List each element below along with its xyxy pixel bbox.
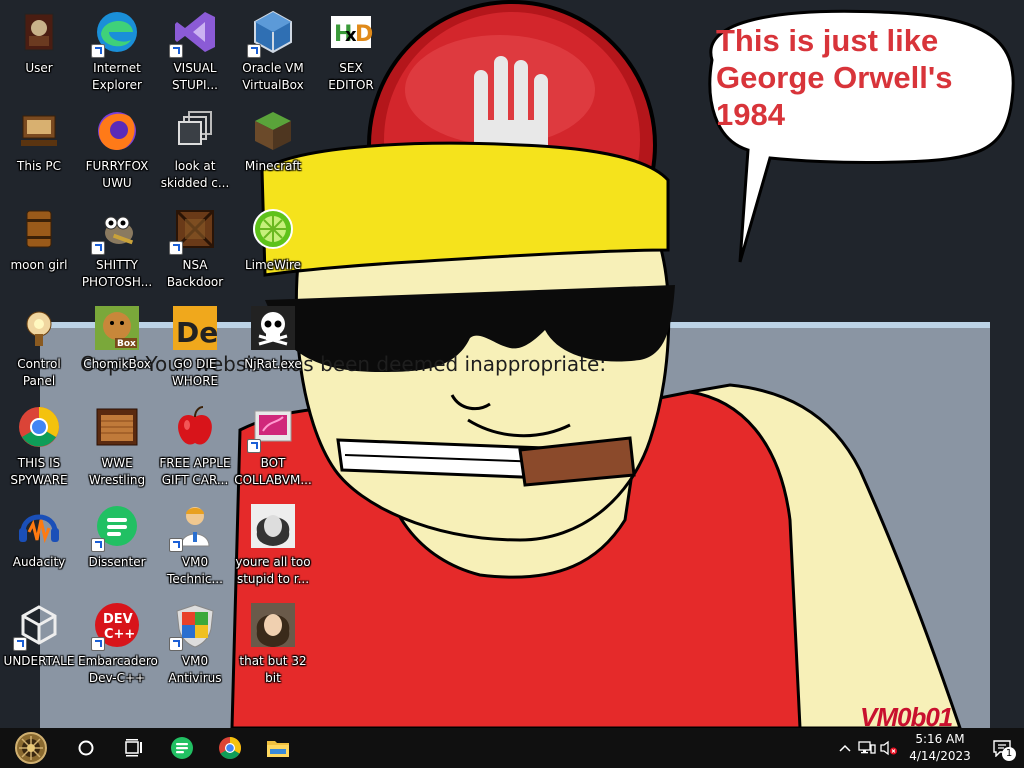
network-icon — [858, 741, 876, 754]
task-view-button[interactable] — [110, 728, 158, 768]
volume-status[interactable] — [878, 728, 900, 768]
action-center-button[interactable]: 1 — [980, 728, 1024, 768]
desktop-icon-moon-girl[interactable]: moon girl — [0, 203, 78, 295]
desktop-icon-go-die[interactable]: De GO DIE WHORE — [156, 302, 234, 394]
desktop-icon-nsa-backdoor[interactable]: NSA Backdoor — [156, 203, 234, 295]
cortana-circle-icon — [78, 740, 94, 756]
desktop-icon-this-pc[interactable]: This PC — [0, 104, 78, 196]
desktop-icon-stupid[interactable]: youre all too stupid to r... — [234, 500, 312, 592]
devcpp-icon: DEV C++ — [91, 601, 141, 651]
skull-icon — [249, 304, 297, 352]
desktop-icon-devcpp[interactable]: DEV C++ Embarcadero Dev-C++ — [78, 599, 158, 691]
desktop-icon-internet-explorer[interactable]: Internet Explorer — [78, 6, 156, 98]
audacity-icon — [15, 502, 63, 550]
desktop-icon-spyware[interactable]: THIS IS SPYWARE — [0, 401, 78, 493]
hamster-box-icon: Box — [93, 304, 141, 352]
windows-stack-icon — [171, 106, 219, 154]
wrestling-ring-icon — [93, 403, 141, 451]
computer-icon — [15, 106, 63, 154]
show-hidden-icons-button[interactable] — [834, 728, 856, 768]
folder-icon — [267, 741, 289, 757]
volume-muted-icon — [880, 740, 897, 756]
svg-text:D: D — [355, 22, 373, 47]
desktop-icon-grid: User Internet Explorer VISUAL STUPI... O… — [0, 0, 1024, 728]
technician-person-icon — [169, 502, 219, 552]
svg-text:De: De — [176, 316, 218, 349]
gimp-icon — [91, 205, 141, 255]
minecraft-grass-block-icon — [249, 106, 297, 154]
dissenter-icon — [171, 737, 193, 759]
desktop-icon-virtualbox[interactable]: Oracle VM VirtualBox — [234, 6, 312, 98]
desktop-icon-minecraft[interactable]: Minecraft — [234, 104, 312, 196]
notification-count-badge: 1 — [1002, 747, 1016, 761]
svg-text:DEV: DEV — [103, 612, 133, 627]
user-folder-icon — [15, 8, 63, 56]
desktop-icon-undertale[interactable]: UNDERTALE — [0, 599, 78, 691]
desktop-icon-vm0-technician[interactable]: VM0 Technic... — [156, 500, 234, 592]
clock-time: 5:16 AM — [915, 732, 965, 746]
taskbar: 5:16 AM 4/14/2023 1 — [0, 728, 1024, 768]
lamp-icon — [15, 304, 63, 352]
start-button[interactable] — [0, 728, 62, 768]
desktop-icon-limewire[interactable]: LimeWire — [234, 203, 312, 295]
svg-text:C++: C++ — [104, 627, 135, 642]
taskbar-chrome[interactable] — [206, 728, 254, 768]
clock[interactable]: 5:16 AM 4/14/2023 — [900, 731, 980, 765]
clock-date: 4/14/2023 — [909, 749, 971, 763]
media-player-icon — [247, 403, 297, 453]
network-status[interactable] — [856, 728, 878, 768]
task-view-icon — [125, 739, 142, 757]
desktop-icon-user[interactable]: User — [0, 6, 78, 98]
svg-text:Box: Box — [117, 339, 136, 349]
limewire-lime-icon — [249, 205, 297, 253]
desktop-icon-sex-editor[interactable]: HxD SEX EDITOR — [312, 6, 390, 98]
desktop-icon-bot-collab[interactable]: BOT COLLABVM... — [234, 401, 312, 493]
desktop-icon-visual-studio[interactable]: VISUAL STUPI... — [156, 6, 234, 98]
desktop-icon-furryfox[interactable]: FURRYFOX UWU — [78, 104, 156, 196]
unity-icon — [13, 601, 63, 651]
desktop-icon-apple-gift[interactable]: FREE APPLE GIFT CAR... — [156, 401, 234, 493]
visual-studio-icon — [169, 8, 219, 58]
red-apple-icon — [171, 403, 219, 451]
portrait-image-icon — [249, 502, 297, 550]
taskbar-dissenter[interactable] — [158, 728, 206, 768]
desktop-icon-skidded[interactable]: look at skidded c... — [156, 104, 234, 196]
system-tray: 5:16 AM 4/14/2023 1 — [834, 728, 1024, 768]
search-button[interactable] — [62, 728, 110, 768]
security-shield-icon — [169, 601, 219, 651]
desktop-icon-audacity[interactable]: Audacity — [0, 500, 78, 592]
desktop-icon-vm0-antivirus[interactable]: VM0 Antivirus — [156, 599, 234, 691]
chevron-up-icon — [839, 744, 851, 752]
desktop-icon-control-panel[interactable]: Control Panel — [0, 302, 78, 394]
virtualbox-icon — [247, 8, 297, 58]
chrome-icon — [15, 403, 63, 451]
delphi-icon: De — [171, 304, 219, 352]
desktop-icon-chomikbox[interactable]: Box ChomikBox — [78, 302, 156, 394]
chrome-icon — [219, 737, 241, 759]
firefox-icon — [93, 106, 141, 154]
dissenter-icon — [91, 502, 141, 552]
desktop-icon-shitty-photoshop[interactable]: SHITTY PHOTOSH... — [78, 203, 156, 295]
wooden-crate-icon — [169, 205, 219, 255]
portrait-painting-icon — [249, 601, 297, 649]
desktop-icon-32bit[interactable]: that but 32 bit — [234, 599, 312, 691]
barrel-icon — [15, 205, 63, 253]
taskbar-file-explorer[interactable] — [254, 728, 302, 768]
desktop-icon-njrat[interactable]: NjRat.exe — [234, 302, 312, 394]
desktop-icon-wwe[interactable]: WWE Wrestling — [78, 401, 156, 493]
edge-icon — [91, 8, 141, 58]
hex-editor-icon: HxD — [327, 8, 375, 56]
start-orb-icon — [15, 732, 47, 764]
desktop-icon-dissenter[interactable]: Dissenter — [78, 500, 156, 592]
